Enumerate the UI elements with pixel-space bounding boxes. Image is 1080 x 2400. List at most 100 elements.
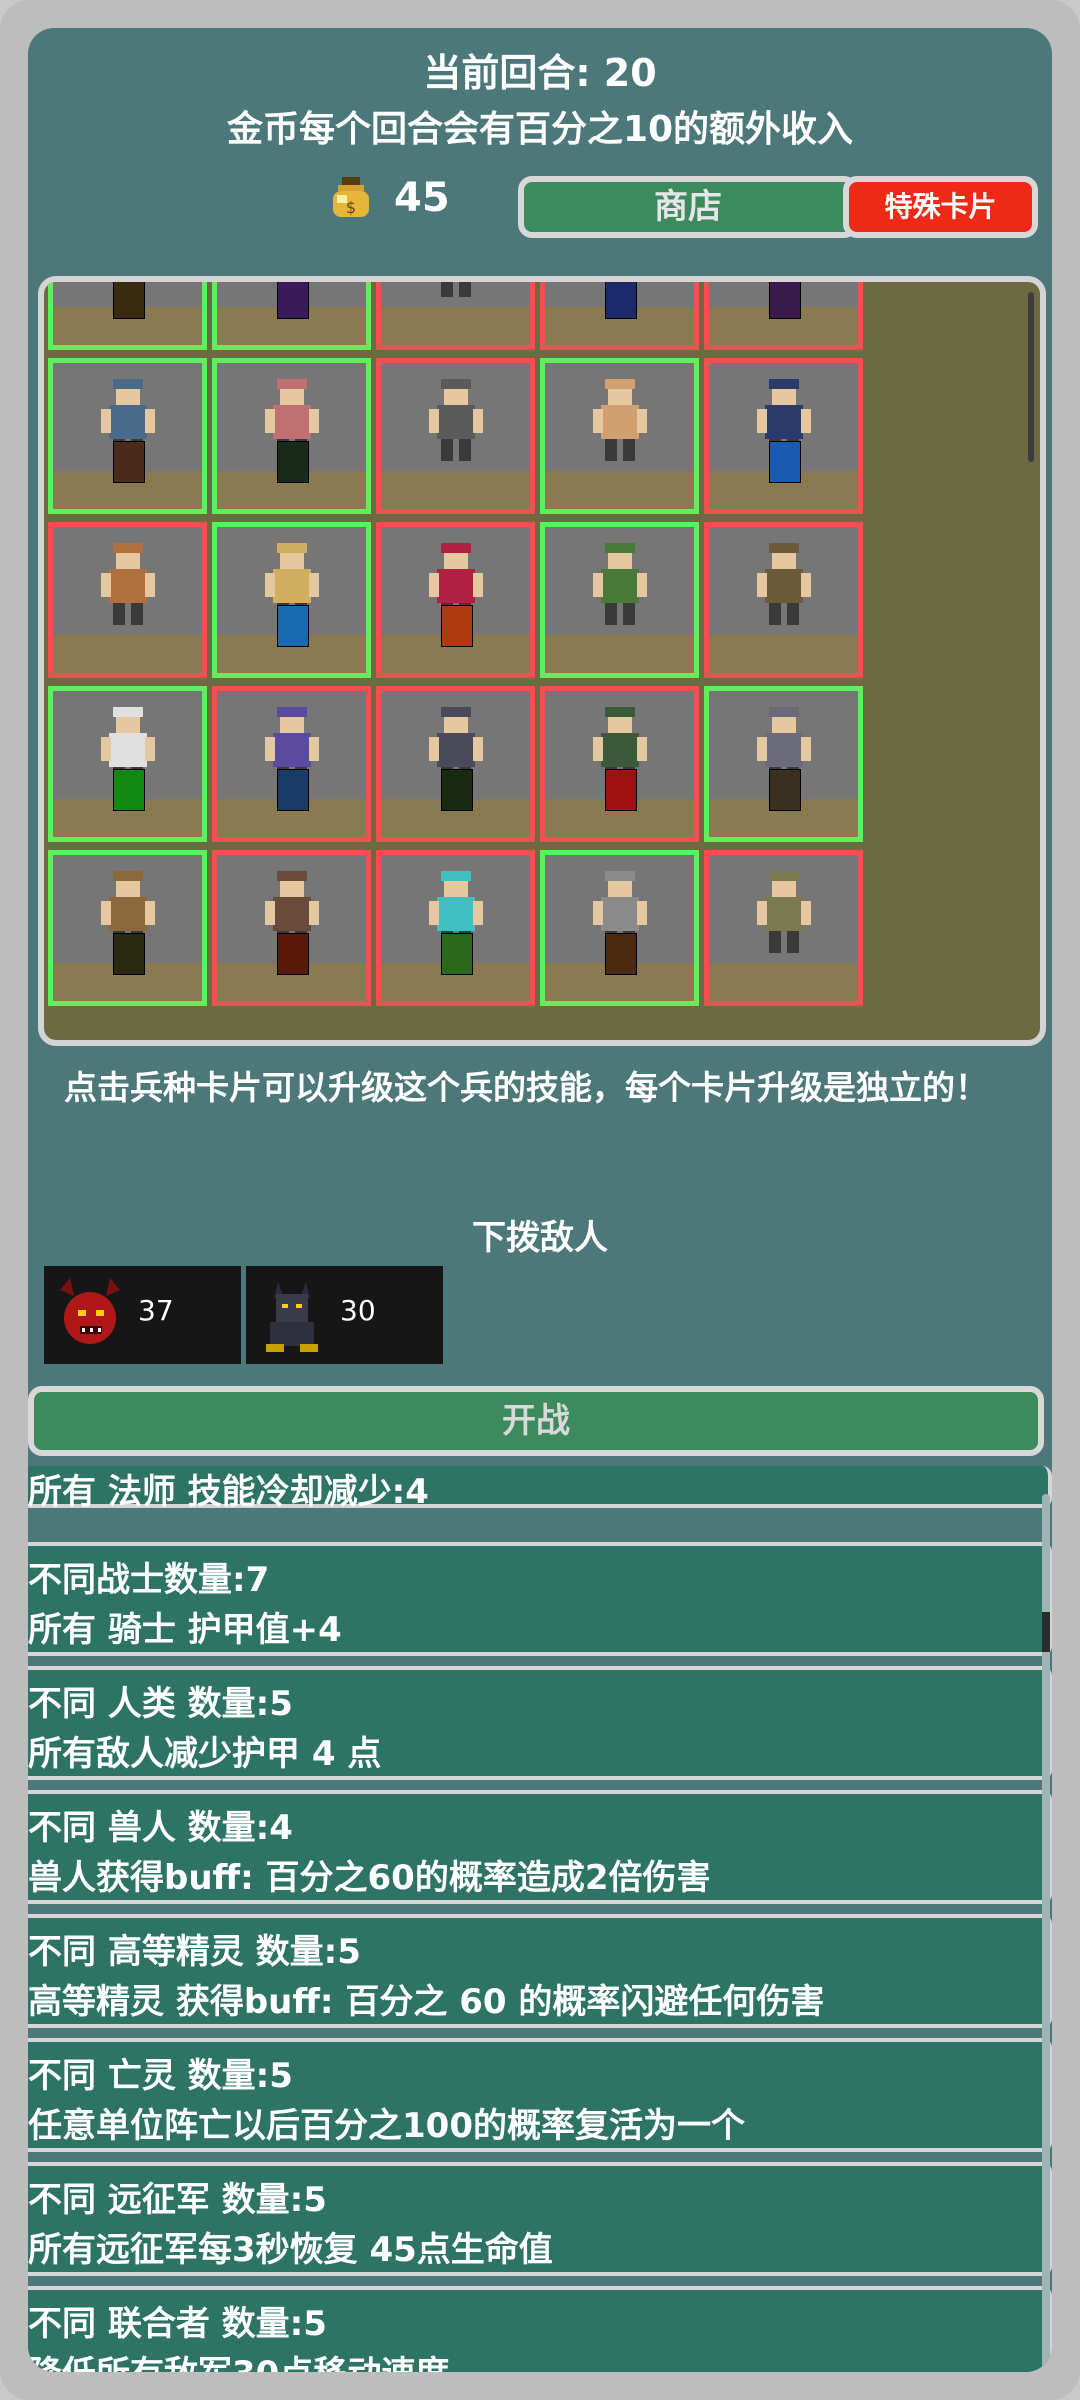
synergy-effect: 任意单位阵亡以后百分之100的概率复活为一个 [28, 2106, 745, 2146]
enemy-count: 37 [138, 1294, 174, 1327]
unit-card-barbarian[interactable] [48, 282, 207, 350]
skill-bar [709, 441, 858, 509]
unit-card-elf-archer[interactable] [212, 522, 371, 678]
skill-bar [709, 635, 858, 673]
synergy-condition: 不同 联合者 数量:5 [28, 2304, 327, 2344]
unit-card-grid[interactable] [38, 276, 1046, 1046]
horned-orc-icon [729, 865, 839, 965]
shield-skill-icon [113, 441, 145, 483]
synergy-row: 所有 法师 技能冷却减少:4 [28, 1466, 1052, 1512]
unit-card-red-dragon[interactable] [376, 522, 535, 678]
unit-card-ghost-vampire[interactable] [376, 850, 535, 1006]
blood-skill-icon [605, 769, 637, 811]
unit-card-hooded-druid[interactable] [704, 522, 863, 678]
unit-card-small-knight[interactable] [376, 686, 535, 842]
skill-bar [217, 605, 366, 673]
skill-bar [545, 635, 694, 673]
unit-card-blue-hood[interactable] [212, 282, 371, 350]
start-battle-button[interactable]: 开战 [28, 1386, 1044, 1456]
skill-bar [381, 769, 530, 837]
skill-bar [709, 963, 858, 1001]
unit-card-spear-girl[interactable] [212, 358, 371, 514]
skill-bar [381, 307, 530, 345]
unit-card-armored-knight[interactable] [48, 358, 207, 514]
unit-card-dwarf-warrior[interactable] [48, 522, 207, 678]
synergy-row: 不同 高等精灵 数量:5 高等精灵 获得buff: 百分之 60 的概率闪避任何… [28, 1914, 1052, 2028]
synergy-row: 不同战士数量:7 所有 骑士 护甲值+4 [28, 1542, 1052, 1656]
unit-card-heavy-axeman[interactable] [704, 686, 863, 842]
unit-card-shadow-beast[interactable] [376, 282, 535, 350]
skill-bar [545, 933, 694, 1001]
grid-scrollbar[interactable] [1028, 292, 1034, 462]
skill-bar [53, 441, 202, 509]
skill-bar [53, 635, 202, 673]
gold-amount: 45 [394, 175, 450, 221]
orc-shaman-icon [565, 537, 675, 637]
skill-bar [381, 933, 530, 1001]
skill-bar [709, 769, 858, 837]
skill-bar [53, 769, 202, 837]
unit-card-horned-orc[interactable] [704, 850, 863, 1006]
synergy-condition: 不同 高等精灵 数量:5 [28, 1932, 361, 1972]
synergy-condition: 不同 远征军 数量:5 [28, 2180, 327, 2220]
synergy-effect: 兽人获得buff: 百分之60的概率造成2倍伤害 [28, 1858, 711, 1898]
unit-card-dark-wizard[interactable] [704, 358, 863, 514]
storm-skill-icon [605, 282, 637, 319]
unit-card-sword-knight[interactable] [540, 850, 699, 1006]
unit-card-white-cleric[interactable] [48, 686, 207, 842]
svg-text:$: $ [346, 198, 356, 217]
synergy-row: 不同 亡灵 数量:5 任意单位阵亡以后百分之100的概率复活为一个 [28, 2038, 1052, 2152]
red-demon-icon [60, 1278, 120, 1344]
synergy-condition: 不同 兽人 数量:4 [28, 1808, 293, 1848]
unit-card-axe-knight[interactable] [704, 282, 863, 350]
skill-bar [53, 933, 202, 1001]
unit-card-ogre[interactable] [540, 358, 699, 514]
synergy-list[interactable]: 所有 法师 技能冷却减少:4 不同战士数量:7 所有 骑士 护甲值+4 不同 人… [28, 1466, 1052, 2372]
hooded-druid-icon [729, 537, 839, 637]
unit-card-crossbow-beast[interactable] [540, 282, 699, 350]
upgrade-hint: 点击兵种卡片可以升级这个兵的技能，每个卡片升级是独立的！ [64, 1068, 988, 1107]
synergy-scrollbar[interactable] [1042, 1494, 1050, 2372]
skill-bar [53, 282, 202, 345]
unit-card-viking-spearman[interactable] [376, 358, 535, 514]
shadow-beast-icon [401, 282, 511, 309]
income-info: 金币每个回合会有百分之10的额外收入 [226, 109, 854, 150]
money-bag-icon: $ [333, 177, 369, 217]
skill-bar [545, 471, 694, 509]
unit-card-dwarf-axeman[interactable] [48, 850, 207, 1006]
special-cards-button[interactable]: 特殊卡片 [843, 176, 1038, 238]
dwarf-warrior-icon [73, 537, 183, 637]
shop-button[interactable]: 商店 [518, 176, 858, 238]
dark-werewolf-icon [266, 1282, 318, 1352]
viking-spearman-icon [401, 373, 511, 473]
shadow-skill-icon [113, 282, 145, 319]
void-skill-icon [277, 282, 309, 319]
unit-card-lance-rider[interactable] [212, 850, 371, 1006]
synergy-effect: 所有远征军每3秒恢复 45点生命值 [28, 2230, 553, 2270]
unit-card-orc-shaman[interactable] [540, 522, 699, 678]
game-panel: 当前回合: 20 金币每个回合会有百分之10的额外收入 $ 45 商店 特殊卡片… [28, 28, 1052, 2372]
synergy-condition: 不同 亡灵 数量:5 [28, 2056, 293, 2096]
enemy-count: 30 [340, 1294, 376, 1327]
lightning-skill-icon [277, 769, 309, 811]
hammer-skill-icon [769, 769, 801, 811]
synergy-row: 不同 联合者 数量:5 降低所有敌军30点移动速度 [28, 2286, 1052, 2372]
synergy-effect: 降低所有敌军30点移动速度 [28, 2346, 449, 2372]
synergy-row: 不同 远征军 数量:5 所有远征军每3秒恢复 45点生命值 [28, 2162, 1052, 2276]
skill-bar [217, 441, 366, 509]
skill-bar [545, 282, 694, 345]
unit-card-orc-rider[interactable] [540, 686, 699, 842]
skill-bar [709, 282, 858, 345]
round-counter: 当前回合: 20 [423, 51, 657, 95]
skull-skill-icon [441, 933, 473, 975]
synergy-row: 不同 兽人 数量:4 兽人获得buff: 百分之60的概率造成2倍伤害 [28, 1790, 1052, 1904]
rage-skill-icon [277, 933, 309, 975]
synergy-row: 不同 人类 数量:5 所有敌人减少护甲 4 点 [28, 1666, 1052, 1780]
synergy-effect: 所有 法师 技能冷却减少:4 [28, 1472, 429, 1512]
blade-skill-icon [277, 441, 309, 483]
thorn-skill-icon [441, 769, 473, 811]
enemy-slot-2: 30 [246, 1266, 443, 1364]
unit-card-purple-wizard[interactable] [212, 686, 371, 842]
synergy-effect: 所有 骑士 护甲值+4 [28, 1610, 342, 1650]
gold-display: $ 45 [328, 168, 450, 228]
